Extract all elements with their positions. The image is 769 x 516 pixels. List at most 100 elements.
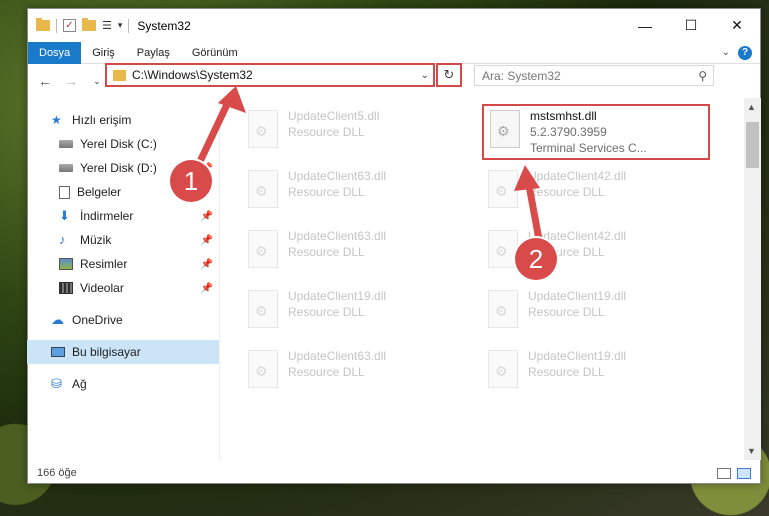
file-name: UpdateClient42.dll	[528, 169, 627, 183]
status-bar: 166 öğe	[27, 462, 759, 484]
details-view-icon[interactable]	[717, 467, 731, 479]
step-2-badge: 2	[515, 238, 557, 280]
file-name: UpdateClient63.dll	[288, 349, 387, 363]
scroll-thumb[interactable]	[746, 122, 759, 168]
dll-file-icon	[248, 230, 278, 268]
sidebar-item-label: İndirmeler	[80, 209, 134, 223]
scroll-up-icon[interactable]: ▲	[747, 102, 756, 112]
properties-check-icon[interactable]: ✓	[63, 19, 76, 32]
file-type: Resource DLL	[528, 305, 605, 319]
file-item-mstsmhst[interactable]: mstsmhst.dll 5.2.3790.3959 Terminal Servic…	[482, 104, 710, 160]
large-icons-view-icon[interactable]	[737, 467, 751, 479]
scroll-down-icon[interactable]: ▼	[747, 446, 756, 456]
sidebar-item-label: Yerel Disk (C:)	[80, 137, 157, 151]
dll-file-icon	[488, 170, 518, 208]
file-item[interactable]: UpdateClient42.dll Resource DLL	[482, 166, 702, 222]
sidebar-item-disk-c[interactable]: Yerel Disk (C:)	[27, 132, 219, 156]
dll-file-icon	[248, 290, 278, 328]
file-item[interactable]: UpdateClient19.dll Resource DLL	[482, 346, 702, 402]
help-icon[interactable]: ?	[738, 45, 752, 60]
dll-file-icon	[488, 350, 518, 388]
sidebar-item-label: OneDrive	[72, 313, 123, 327]
item-count: 166 öğe	[37, 467, 77, 479]
file-item[interactable]: UpdateClient63.dll Resource DLL	[242, 226, 462, 282]
dll-file-icon	[490, 110, 520, 148]
tab-home[interactable]: Giriş	[81, 42, 126, 64]
search-icon: ⚲	[698, 68, 707, 83]
file-type: Resource DLL	[288, 125, 365, 139]
minimize-button[interactable]: —	[622, 9, 668, 42]
properties-icon[interactable]: ☰	[102, 19, 112, 32]
sidebar-item-this-pc[interactable]: Bu bilgisayar	[27, 340, 219, 364]
file-name: mstsmhst.dll	[530, 109, 597, 123]
forward-arrow-icon[interactable]: →	[60, 73, 82, 89]
address-dropdown-icon[interactable]: ⌄	[421, 70, 429, 81]
sidebar-item-label: Bu bilgisayar	[72, 345, 141, 359]
sidebar-item-downloads[interactable]: ⬇ İndirmeler 📌	[27, 204, 219, 228]
file-item[interactable]: UpdateClient63.dll Resource DLL	[242, 166, 462, 222]
dll-file-icon	[248, 170, 278, 208]
file-item[interactable]: UpdateClient19.dll Resource DLL	[242, 286, 462, 342]
computer-icon	[51, 347, 65, 357]
back-arrow-icon[interactable]: ←	[34, 73, 56, 89]
file-name: UpdateClient63.dll	[288, 229, 387, 243]
quick-access-toolbar: ✓ ☰ ▾	[36, 18, 130, 33]
ribbon-tabs: Dosya Giriş Paylaş Görünüm ⌄ ?	[28, 41, 760, 64]
file-name: UpdateClient19.dll	[528, 289, 627, 303]
file-item[interactable]: UpdateClient19.dll Resource DLL	[482, 286, 702, 342]
pin-icon: 📌	[200, 210, 213, 222]
pictures-icon	[59, 258, 73, 270]
divider	[56, 18, 57, 33]
file-type: Resource DLL	[528, 365, 605, 379]
file-type: Resource DLL	[288, 365, 365, 379]
address-bar[interactable]: C:\Windows\System32 ⌄	[105, 63, 435, 87]
sidebar-item-label: Belgeler	[77, 185, 122, 199]
search-input[interactable]: Ara: System32 ⚲	[474, 65, 714, 86]
tab-view[interactable]: Görünüm	[181, 42, 249, 64]
folder-icon	[113, 69, 126, 81]
search-placeholder: Ara: System32	[482, 68, 561, 83]
file-type: Resource DLL	[528, 185, 605, 199]
file-name: UpdateClient19.dll	[288, 289, 387, 303]
file-item[interactable]: UpdateClient63.dll Resource DLL	[242, 346, 462, 402]
vertical-scrollbar[interactable]: ▲ ▼	[744, 98, 761, 460]
sidebar-item-onedrive[interactable]: ☁ OneDrive	[27, 308, 219, 332]
dll-file-icon	[488, 290, 518, 328]
video-icon	[59, 282, 73, 294]
sidebar-item-videos[interactable]: Videolar 📌	[27, 276, 219, 300]
file-version: 5.2.3790.3959	[530, 125, 607, 139]
file-type: Resource DLL	[288, 245, 365, 259]
file-name: UpdateClient63.dll	[288, 169, 387, 183]
sidebar-item-label: Yerel Disk (D:)	[80, 161, 157, 175]
documents-icon	[59, 185, 70, 199]
file-item[interactable]: UpdateClient5.dll Resource DLL	[242, 106, 462, 162]
network-icon: ⛁	[51, 376, 62, 391]
expand-ribbon-icon[interactable]: ⌄	[722, 47, 730, 58]
folder-icon	[36, 18, 50, 31]
new-folder-icon[interactable]	[82, 18, 96, 31]
file-name: UpdateClient5.dll	[288, 109, 380, 123]
dll-file-icon	[248, 110, 278, 148]
music-icon: ♪	[59, 232, 66, 247]
sidebar-item-music[interactable]: ♪ Müzik 📌	[27, 228, 219, 252]
maximize-button[interactable]: ☐	[668, 9, 714, 42]
sidebar-item-label: Videolar	[80, 281, 124, 295]
explorer-body: ★ Hızlı erişim Yerel Disk (C:) Yerel Dis…	[27, 98, 759, 460]
file-description: Terminal Services C...	[530, 141, 647, 155]
disk-icon	[59, 140, 73, 148]
title-bar: ✓ ☰ ▾ System32 — ☐ ✕	[28, 9, 760, 42]
dll-file-icon	[248, 350, 278, 388]
address-path: C:\Windows\System32	[132, 68, 253, 82]
divider	[128, 18, 130, 33]
tab-share[interactable]: Paylaş	[126, 42, 181, 64]
refresh-button[interactable]: ↻	[436, 63, 462, 87]
tab-file[interactable]: Dosya	[28, 41, 82, 64]
pin-icon: 📌	[200, 258, 213, 270]
customize-dropdown-icon[interactable]: ▾	[118, 20, 123, 31]
file-type: Resource DLL	[288, 185, 365, 199]
sidebar-item-network[interactable]: ⛁ Ağ	[27, 372, 219, 396]
sidebar-item-pictures[interactable]: Resimler 📌	[27, 252, 219, 276]
step-1-badge: 1	[170, 160, 212, 202]
close-button[interactable]: ✕	[714, 9, 760, 42]
sidebar-item-quick-access[interactable]: ★ Hızlı erişim	[27, 108, 219, 132]
